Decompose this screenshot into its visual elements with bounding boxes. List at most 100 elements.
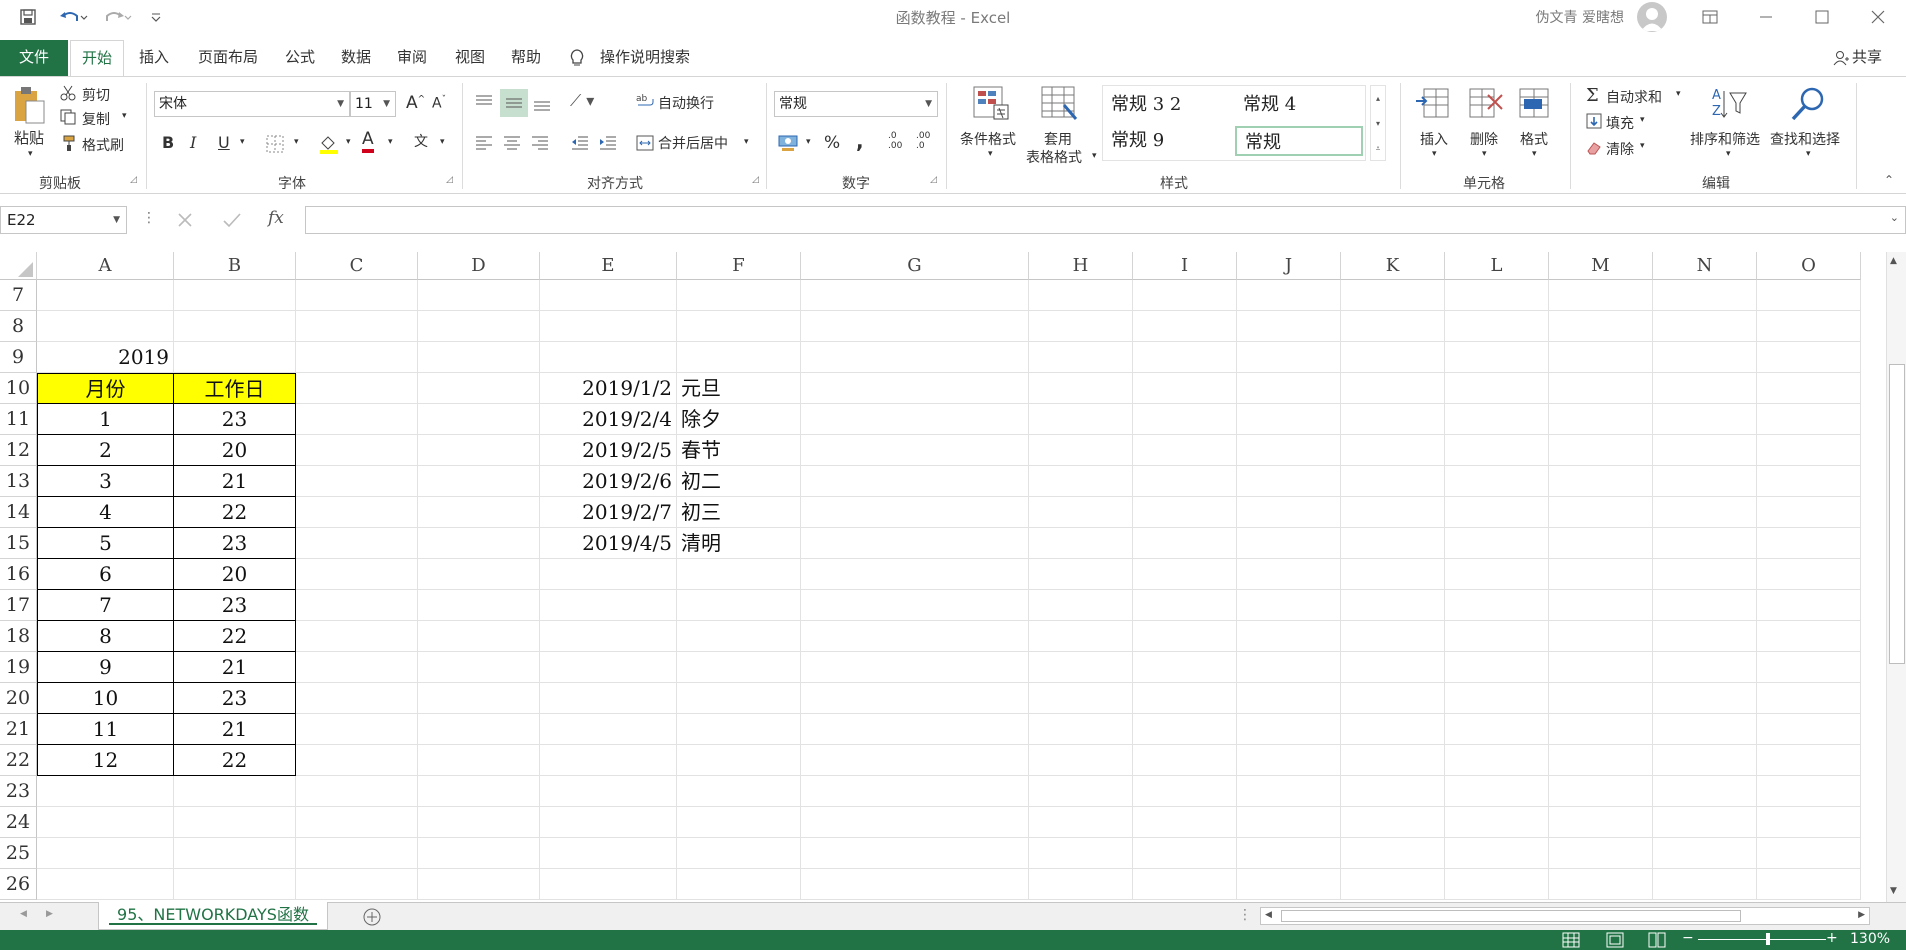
cell[interactable] (1237, 342, 1341, 373)
cell[interactable] (1549, 373, 1653, 404)
format-cells-dropdown[interactable]: ▾ (1532, 149, 1537, 159)
cell[interactable] (801, 838, 1029, 869)
cell[interactable] (1237, 559, 1341, 590)
cell[interactable] (418, 652, 540, 683)
cell[interactable] (1549, 466, 1653, 497)
cell[interactable] (1133, 714, 1237, 745)
cell[interactable] (801, 590, 1029, 621)
cell[interactable] (37, 280, 174, 311)
cell[interactable] (1237, 807, 1341, 838)
minimize-icon[interactable] (1738, 0, 1794, 34)
align-top-icon[interactable] (474, 93, 494, 113)
merge-dropdown[interactable]: ▾ (744, 137, 749, 147)
cancel-entry-icon[interactable] (176, 211, 194, 229)
table-cell-month[interactable]: 2 (37, 435, 174, 466)
cell[interactable] (540, 714, 677, 745)
column-header-B[interactable]: B (174, 252, 296, 280)
cell[interactable] (1549, 714, 1653, 745)
table-cell-month[interactable]: 6 (37, 559, 174, 590)
bold-button[interactable]: B (162, 133, 174, 152)
cell[interactable] (1757, 714, 1861, 745)
year-cell[interactable]: 2019 (37, 342, 174, 373)
cell[interactable] (1029, 373, 1133, 404)
column-header-F[interactable]: F (677, 252, 801, 280)
cell[interactable] (1445, 745, 1549, 776)
cell[interactable] (296, 714, 418, 745)
cell[interactable] (1757, 590, 1861, 621)
holiday-date-cell[interactable]: 2019/4/5 (540, 528, 677, 559)
cell[interactable] (418, 745, 540, 776)
cell[interactable] (1237, 466, 1341, 497)
tab-page-layout[interactable]: 页面布局 (190, 40, 266, 76)
cell[interactable] (801, 714, 1029, 745)
cell[interactable] (296, 497, 418, 528)
column-header-H[interactable]: H (1029, 252, 1133, 280)
cell[interactable] (1757, 435, 1861, 466)
paste-icon[interactable] (12, 85, 46, 125)
cell[interactable] (174, 776, 296, 807)
cell[interactable] (296, 373, 418, 404)
cell[interactable] (1757, 621, 1861, 652)
table-cell-workdays[interactable]: 23 (173, 590, 296, 621)
row-header-20[interactable]: 20 (0, 683, 37, 714)
cell[interactable] (801, 869, 1029, 900)
save-icon[interactable] (16, 5, 40, 29)
paste-button[interactable]: 粘贴 (14, 127, 44, 148)
cell[interactable] (418, 714, 540, 745)
style-normal[interactable]: 常规 (1235, 126, 1363, 156)
cell[interactable] (174, 280, 296, 311)
cell[interactable] (1653, 838, 1757, 869)
cell[interactable] (1341, 807, 1445, 838)
tab-insert[interactable]: 插入 (132, 40, 176, 76)
cell[interactable] (1029, 590, 1133, 621)
borders-icon[interactable] (266, 135, 286, 153)
increase-decimal-button[interactable]: .0 .00 (888, 131, 910, 151)
cell[interactable] (418, 590, 540, 621)
font-size-select[interactable]: 11 ▼ (350, 91, 396, 117)
cell[interactable] (1341, 869, 1445, 900)
table-cell-month[interactable]: 8 (37, 621, 174, 652)
font-name-select[interactable]: 宋体 ▼ (154, 91, 350, 117)
cell[interactable] (1549, 311, 1653, 342)
cell[interactable] (1133, 652, 1237, 683)
cell[interactable] (1445, 528, 1549, 559)
cell[interactable] (1445, 342, 1549, 373)
cell[interactable] (1653, 373, 1757, 404)
cell[interactable] (1029, 280, 1133, 311)
cell[interactable] (1029, 466, 1133, 497)
cell[interactable] (677, 280, 801, 311)
name-box[interactable]: E22 ▼ (0, 206, 127, 234)
cell[interactable] (1549, 528, 1653, 559)
insert-function-button[interactable]: fx (268, 208, 284, 228)
cell[interactable] (540, 342, 677, 373)
cell[interactable] (540, 621, 677, 652)
cell[interactable] (1549, 621, 1653, 652)
cell[interactable] (1237, 435, 1341, 466)
cell[interactable] (801, 683, 1029, 714)
cell[interactable] (1757, 869, 1861, 900)
scroll-right-icon[interactable]: ▶ (1858, 910, 1865, 920)
column-header-I[interactable]: I (1133, 252, 1237, 280)
column-header-N[interactable]: N (1653, 252, 1757, 280)
column-header-M[interactable]: M (1549, 252, 1653, 280)
holiday-date-cell[interactable]: 2019/2/6 (540, 466, 677, 497)
cell[interactable] (540, 838, 677, 869)
cell[interactable] (1029, 342, 1133, 373)
cell[interactable] (1653, 466, 1757, 497)
cell[interactable] (1653, 683, 1757, 714)
cell[interactable] (1549, 280, 1653, 311)
cell[interactable] (1237, 497, 1341, 528)
delete-cells-dropdown[interactable]: ▾ (1482, 149, 1487, 159)
column-header-G[interactable]: G (801, 252, 1029, 280)
cell[interactable] (1133, 621, 1237, 652)
cell[interactable] (1237, 404, 1341, 435)
conditional-formatting-button[interactable]: 条件格式 (960, 129, 1016, 149)
page-layout-view-icon[interactable] (1606, 932, 1624, 948)
cell[interactable] (677, 714, 801, 745)
cell[interactable] (540, 311, 677, 342)
more-options-icon[interactable]: ⋮ (142, 210, 156, 226)
cell[interactable] (1653, 745, 1757, 776)
cell[interactable] (296, 280, 418, 311)
cell[interactable] (418, 621, 540, 652)
cell[interactable] (418, 311, 540, 342)
